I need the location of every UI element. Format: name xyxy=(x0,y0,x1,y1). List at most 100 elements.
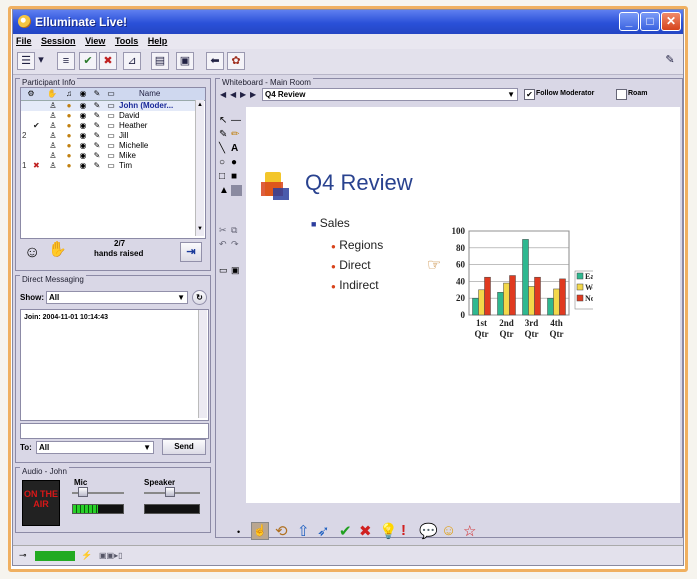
arrow-left-icon[interactable]: ⟲ xyxy=(275,522,288,540)
chart-icon[interactable]: ⊿ xyxy=(123,52,141,70)
menu-view[interactable]: View xyxy=(85,34,105,49)
x-mark-icon: ✖ xyxy=(33,161,40,170)
participant-row[interactable]: ♙ ● ◉ ✎ ▭ David xyxy=(21,111,195,121)
dot-icon[interactable]: • xyxy=(237,527,240,537)
speaker-slider-knob[interactable] xyxy=(164,487,175,497)
on-air-indicator[interactable]: ON THE AIR xyxy=(22,480,60,526)
rectangle-tool-icon[interactable]: □ xyxy=(219,171,225,182)
participant-row[interactable]: 2 ♙ ● ◉ ✎ ▭ Jill xyxy=(21,131,195,141)
arrow-up-icon[interactable]: ⇧ xyxy=(297,522,310,540)
save-tool-icon[interactable]: ▣ xyxy=(231,265,240,276)
minimize-button[interactable]: _ xyxy=(619,12,639,31)
diagonal-line-icon[interactable]: ╲ xyxy=(219,143,225,154)
follow-moderator-checkbox[interactable]: ✔ xyxy=(524,89,535,100)
menu-help[interactable]: Help xyxy=(148,34,168,49)
exclamation-icon[interactable]: ! xyxy=(401,522,406,539)
list-icon[interactable]: ≡ xyxy=(57,52,75,70)
copy-tool-icon[interactable]: ⧉ xyxy=(231,225,237,236)
recipient-select[interactable]: All ▼ xyxy=(36,441,154,454)
app-share-icon[interactable]: ✿ xyxy=(227,52,245,70)
highlighter-tool-icon[interactable]: ✏ xyxy=(231,129,239,140)
file-transfer-icon: ▭ xyxy=(107,111,115,120)
mic-status-icon: ● xyxy=(66,141,72,150)
x-tick-label: 2nd xyxy=(499,318,514,328)
speech-bubble-icon[interactable]: 💬 xyxy=(419,522,438,540)
message-input[interactable] xyxy=(20,423,209,439)
prev-page-icon[interactable]: ◀ xyxy=(230,90,236,99)
screen-capture-icon[interactable] xyxy=(231,185,242,196)
mic-slider-knob[interactable] xyxy=(78,487,89,497)
maximize-button[interactable]: □ xyxy=(640,12,660,31)
slide-logo xyxy=(261,172,289,202)
y-tick-label: 80 xyxy=(456,243,466,253)
participant-row[interactable]: ♙ ● ◉ ✎ ▭ John (Moder... xyxy=(21,101,195,111)
bar-east xyxy=(472,297,479,316)
pen-tool-icon[interactable]: ✎ xyxy=(219,129,227,140)
filled-ellipse-icon[interactable]: ● xyxy=(231,157,237,168)
scroll-up-icon[interactable]: ▲ xyxy=(196,102,204,110)
layout-icon[interactable]: ☰ xyxy=(17,52,35,70)
participant-row[interactable]: ♙ ● ◉ ✎ ▭ Mike xyxy=(21,151,195,161)
cut-tool-icon[interactable]: ✂ xyxy=(219,225,227,236)
clear-status-icon[interactable]: ✖ xyxy=(99,52,117,70)
page-icon[interactable]: ▣ xyxy=(176,52,194,70)
message-scrollbar[interactable] xyxy=(198,310,207,418)
first-page-icon[interactable]: ◀ xyxy=(220,90,226,99)
chevron-down-icon[interactable]: ▾ xyxy=(36,52,46,70)
participant-row[interactable]: ♙ ● ◉ ✎ ▭ Michelle xyxy=(21,141,195,151)
file-header-icon: ▭ xyxy=(107,89,115,98)
participant-list[interactable]: ⚙ ✋ ♫ ◉ ✎ ▭ Name ♙ ● ◉ ✎ ▭ John (Moder... ♙ ● ◉ ✎… xyxy=(20,87,206,239)
menu-tools[interactable]: Tools xyxy=(115,34,138,49)
filled-rectangle-icon[interactable]: ■ xyxy=(231,171,237,182)
message-log[interactable]: Join: 2004-11-01 10:14:43 xyxy=(20,309,209,421)
refresh-button[interactable]: ↻ xyxy=(192,290,207,305)
menu-session[interactable]: Session xyxy=(41,34,76,49)
participant-row[interactable]: ✔ ♙ ● ◉ ✎ ▭ Heather xyxy=(21,121,195,131)
menu-file[interactable]: File xyxy=(16,34,32,49)
page-select[interactable]: Q4 Review ▼ xyxy=(262,88,518,101)
send-button[interactable]: Send xyxy=(162,439,206,455)
x-tick-label: 1st xyxy=(476,318,487,328)
pointer-arrow-icon[interactable]: ➶ xyxy=(317,522,330,540)
raise-hand-icon[interactable]: ✋ xyxy=(48,240,67,258)
ellipse-tool-icon[interactable]: ○ xyxy=(219,157,225,168)
participant-row[interactable]: 1 ✖ ♙ ● ◉ ✎ ▭ Tim xyxy=(21,161,195,171)
emoticon-icon[interactable]: ☺ xyxy=(24,244,40,262)
scroll-down-icon[interactable]: ▼ xyxy=(196,226,204,234)
mic-slider[interactable] xyxy=(72,487,124,497)
bar-north xyxy=(509,275,516,316)
slide-subbullet-text: Direct xyxy=(339,258,371,272)
star-icon[interactable]: ☆ xyxy=(463,522,476,540)
drawing-tool-palette: ↖ — ✎ ✏ ╲ A ○ ● □ ■ ▲ ✂ ⧉ ↶ ↷ ▭ ▣ xyxy=(219,115,243,315)
line-tool-icon[interactable]: — xyxy=(231,115,241,126)
redo-tool-icon[interactable]: ↷ xyxy=(231,239,239,250)
speaker-slider[interactable] xyxy=(144,487,200,497)
interrupt-icon[interactable]: ✎ xyxy=(661,52,679,70)
legend-swatch xyxy=(576,283,584,291)
text-tool-icon[interactable]: A xyxy=(231,143,238,154)
smiley-icon[interactable]: ☺ xyxy=(441,522,456,539)
mic-level-meter xyxy=(72,504,124,514)
join-message: Join: 2004-11-01 10:14:43 xyxy=(24,314,109,321)
last-page-icon[interactable]: ▶ xyxy=(250,90,256,99)
participant-scrollbar[interactable]: ▲ ▼ xyxy=(195,100,204,236)
close-button[interactable]: ✕ xyxy=(661,12,681,31)
arrow-icon[interactable]: ⬅ xyxy=(206,52,224,70)
bar-east xyxy=(522,239,529,316)
load-tool-icon[interactable]: ▭ xyxy=(219,265,228,276)
undo-tool-icon[interactable]: ↶ xyxy=(219,239,227,250)
roam-checkbox[interactable] xyxy=(616,89,627,100)
clipart-tool-icon[interactable]: ▲ xyxy=(219,185,229,196)
hand-pointer-tool-icon[interactable]: ☝ xyxy=(251,522,269,540)
slide-subbullet: ● Indirect xyxy=(331,278,379,292)
document-icon[interactable]: ▤ xyxy=(151,52,169,70)
lightbulb-icon[interactable]: 💡 xyxy=(379,522,398,540)
show-filter-select[interactable]: All ▼ xyxy=(46,291,188,304)
x-mark-icon[interactable]: ✖ xyxy=(359,522,372,540)
exit-button[interactable]: ⇥ xyxy=(180,242,202,262)
slide-bullet-sales-text: Sales xyxy=(319,216,350,230)
next-page-icon[interactable]: ▶ xyxy=(240,90,246,99)
check-list-icon[interactable]: ✔ xyxy=(79,52,97,70)
check-mark-icon[interactable]: ✔ xyxy=(339,522,352,540)
pointer-tool-icon[interactable]: ↖ xyxy=(219,115,227,126)
